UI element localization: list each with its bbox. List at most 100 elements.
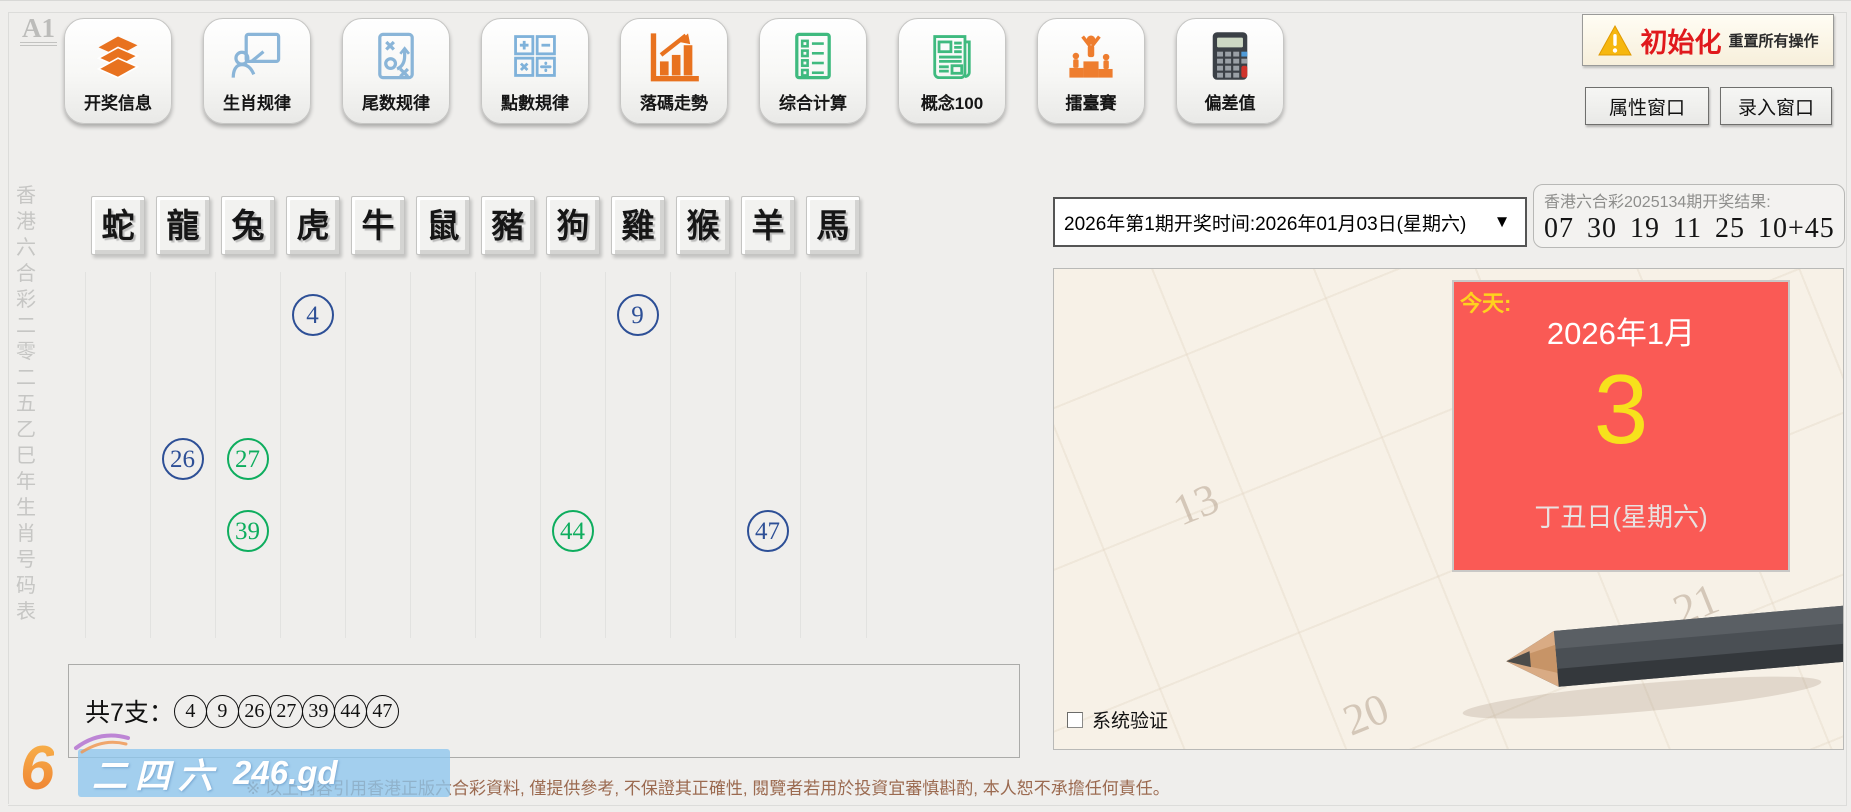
watermark-swoosh-icon: [72, 730, 132, 754]
books-icon: [91, 29, 145, 83]
toolbar-button-arena[interactable]: 擂臺賽: [1037, 18, 1145, 124]
toolbar-button-label: 偏差值: [1177, 89, 1283, 114]
toolbar-button-lottery-info[interactable]: 开奖信息: [64, 18, 172, 124]
toolbar-button-zodiac-rules[interactable]: 生肖规律: [203, 18, 311, 124]
result-number-with-bonus: 10+45: [1758, 213, 1835, 244]
chevron-down-icon[interactable]: ▼: [1479, 212, 1525, 232]
toolbar-button-label: 生肖规律: [204, 89, 310, 114]
toolbar-button-comprehensive-calc[interactable]: 综合计算: [759, 18, 867, 124]
grid-column-monkey: [670, 272, 736, 638]
toolbar-button-deviation[interactable]: 偏差值: [1176, 18, 1284, 124]
zodiac-key-label: 羊: [752, 209, 785, 242]
watermark-text: 二四六: [92, 748, 221, 799]
calculator-icon: [1203, 29, 1257, 83]
init-button-label: 初始化: [1640, 21, 1721, 60]
system-verify-label: 系统验证: [1092, 706, 1168, 733]
side-label-char: 巳: [13, 443, 39, 469]
zodiac-key-label: 虎: [297, 209, 330, 242]
init-button[interactable]: 初始化 重置所有操作: [1582, 14, 1834, 66]
summary-number-4: 4: [174, 695, 207, 728]
zodiac-key-dragon[interactable]: 龍: [156, 196, 210, 255]
side-label-char: 二: [13, 365, 39, 391]
toolbar-button-label: 擂臺賽: [1038, 89, 1144, 114]
summary-number-47: 47: [366, 695, 399, 728]
side-label-char: 码: [13, 573, 39, 599]
toolbar-button-trend[interactable]: 落碼走勢: [620, 18, 728, 124]
summary-box: 共7支： 492627394447: [68, 664, 1020, 758]
zodiac-key-label: 兔: [232, 209, 265, 242]
zodiac-key-horse[interactable]: 馬: [806, 196, 860, 255]
trend-chart-icon: [647, 29, 701, 83]
result-number: 07: [1544, 213, 1574, 244]
toolbar-button-label: 开奖信息: [65, 89, 171, 114]
frame-line: [8, 805, 1847, 806]
toolbar-button-points-rules[interactable]: 點數規律: [481, 18, 589, 124]
zodiac-key-label: 雞: [622, 209, 655, 242]
side-label-char: 六: [13, 235, 39, 261]
summary-number-39: 39: [302, 695, 335, 728]
summary-number-27: 27: [270, 695, 303, 728]
period-dropdown[interactable]: 2026年第1期开奖时间:2026年01月03日(星期六) ▼: [1053, 197, 1527, 247]
zodiac-key-pig[interactable]: 豬: [481, 196, 535, 255]
zodiac-key-label: 蛇: [102, 209, 135, 242]
calendar-day: 3: [1454, 360, 1788, 458]
toolbar: 开奖信息 生肖规律 尾数规律 點數規律 落碼走勢 综合计算 概念100 擂臺賽 偏差值: [0, 18, 1450, 128]
result-number: 25: [1715, 213, 1745, 244]
toolbar-button-label: 概念100: [899, 89, 1005, 114]
grid-column-ox: [345, 272, 411, 638]
plotted-number-9: 9: [617, 294, 659, 336]
zodiac-key-label: 狗: [557, 209, 590, 242]
plotted-number-44: 44: [552, 510, 594, 552]
toolbar-button-label: 落碼走勢: [621, 89, 727, 114]
last-result-numbers: 073019112510+45: [1544, 213, 1834, 245]
zodiac-key-tiger[interactable]: 虎: [286, 196, 340, 255]
result-number: 30: [1587, 213, 1617, 244]
zodiac-key-label: 鼠: [427, 209, 460, 242]
toolbar-button-tail-rules[interactable]: 尾数规律: [342, 18, 450, 124]
watermark-six: 6: [20, 738, 54, 800]
entry-window-button[interactable]: 录入窗口: [1720, 87, 1832, 125]
zodiac-key-rat[interactable]: 鼠: [416, 196, 470, 255]
watermark-bar: 二四六 246.gd: [78, 749, 450, 797]
side-vertical-label: 香港六合彩二零二五乙巳年生肖号码表: [13, 183, 39, 625]
side-label-char: 表: [13, 599, 39, 625]
side-label-char: 零: [13, 339, 39, 365]
summary-label: 共7支：: [85, 693, 174, 729]
plotted-number-27: 27: [227, 438, 269, 480]
grid-column-goat: [735, 272, 801, 638]
calendar-photo-panel: 13202122142928 今天: 2026年1月 3 丁丑日(星期六) 系统…: [1053, 268, 1844, 750]
system-verify-row[interactable]: 系统验证: [1067, 706, 1168, 733]
result-number: 11: [1673, 213, 1702, 244]
last-result-title: 香港六合彩2025134期开奖结果:: [1544, 188, 1834, 212]
frame-line: [1846, 12, 1847, 806]
zodiac-key-snake[interactable]: 蛇: [91, 196, 145, 255]
system-verify-checkbox[interactable]: [1067, 712, 1083, 728]
zodiac-key-rabbit[interactable]: 兔: [221, 196, 275, 255]
grid-column-pig: [475, 272, 541, 638]
grid-column-horse: [800, 272, 867, 638]
zodiac-key-label: 豬: [492, 209, 525, 242]
toolbar-button-label: 综合计算: [760, 89, 866, 114]
plotted-number-39: 39: [227, 510, 269, 552]
zodiac-key-dog[interactable]: 狗: [546, 196, 600, 255]
frame-line: [8, 12, 1847, 13]
side-label-char: 香: [13, 183, 39, 209]
toolbar-button-label: 點數規律: [482, 89, 588, 114]
properties-window-button[interactable]: 属性窗口: [1585, 87, 1709, 125]
side-label-char: 彩: [13, 287, 39, 313]
side-label-char: 生: [13, 495, 39, 521]
podium-icon: [1064, 29, 1118, 83]
plotted-number-47: 47: [747, 510, 789, 552]
last-result-box: 香港六合彩2025134期开奖结果: 073019112510+45: [1533, 184, 1845, 248]
zodiac-key-monkey[interactable]: 猴: [676, 196, 730, 255]
toolbar-button-label: 尾数规律: [343, 89, 449, 114]
summary-numbers: 492627394447: [174, 695, 398, 728]
zodiac-key-ox[interactable]: 牛: [351, 196, 405, 255]
side-label-char: 年: [13, 469, 39, 495]
toolbar-button-concept-100[interactable]: 概念100: [898, 18, 1006, 124]
init-button-sublabel: 重置所有操作: [1728, 30, 1818, 51]
period-dropdown-value: 2026年第1期开奖时间:2026年01月03日(星期六): [1055, 209, 1479, 236]
side-label-char: 五: [13, 391, 39, 417]
zodiac-key-rooster[interactable]: 雞: [611, 196, 665, 255]
zodiac-key-goat[interactable]: 羊: [741, 196, 795, 255]
